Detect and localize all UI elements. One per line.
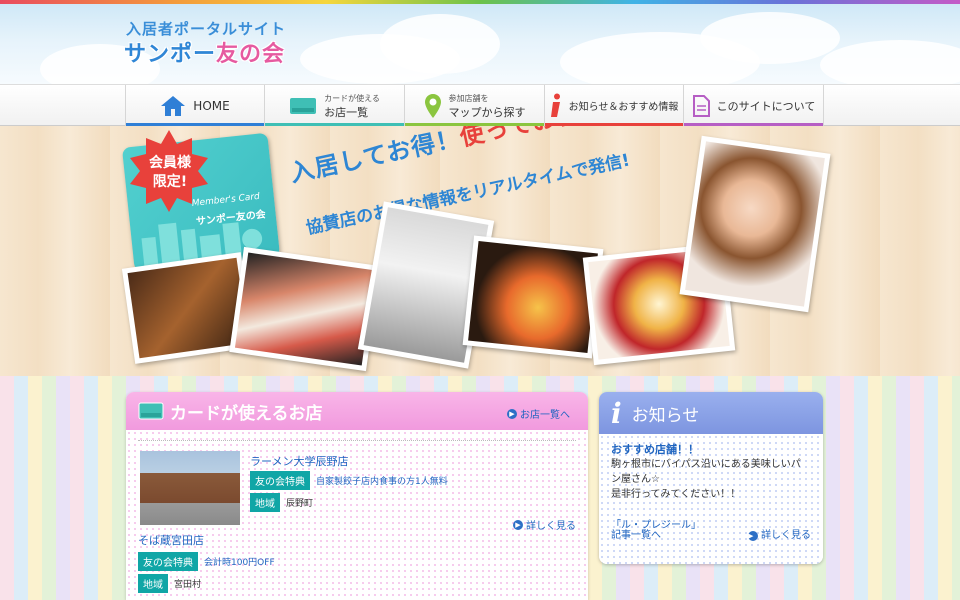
benefit-text: 会計時100円OFF: [204, 558, 275, 568]
map-pin-icon: [424, 93, 441, 118]
photo-sushi: [229, 246, 381, 372]
card-icon: [138, 402, 164, 420]
home-icon: [161, 95, 186, 116]
arrow-right-icon: ▶: [507, 408, 517, 419]
shop2-benefit-row: 友の会特典 会計時100円OFF: [138, 552, 275, 571]
nav-map[interactable]: 参加店舗を マップから探す: [405, 85, 545, 126]
shop-list-body: ラーメン大学辰野店 友の会特典 自家製餃子店内食事の方1人無料 地域 辰野町 ▶…: [126, 430, 588, 600]
nav-home-label: HOME: [193, 98, 230, 113]
shop-list-more-link[interactable]: ▶ お店一覧へ: [507, 406, 570, 421]
shop-name-link[interactable]: ラーメン大学辰野店: [250, 453, 349, 469]
news-title: お知らせ: [631, 405, 700, 426]
area-text: 辰野町: [286, 499, 314, 509]
shop-list-title: カードが使えるお店: [170, 403, 323, 424]
nav-about[interactable]: このサイトについて: [684, 85, 824, 126]
nav-news[interactable]: お知らせ＆おすすめ情報: [545, 85, 684, 126]
hero-banner: Member's Card サンポー友の会 会員様 限定! 入居してお得！使って…: [0, 126, 960, 376]
info-icon: i: [611, 396, 622, 430]
arrow-right-icon: ▶: [513, 519, 523, 530]
area-text: 宮田村: [174, 580, 202, 590]
shop-detail-link[interactable]: ▶ 詳しく見る: [513, 517, 576, 532]
card-icon: [290, 97, 317, 114]
benefit-tag: 友の会特典: [250, 471, 310, 490]
area-tag: 地域: [138, 574, 168, 593]
shop-list-panel: カードが使えるお店 ▶ お店一覧へ ラーメン大学辰野店 友の会特典 自家製餃子店…: [126, 392, 588, 600]
logo-main: サンポー: [124, 42, 217, 67]
document-icon: [692, 94, 710, 117]
shop-list-header: カードが使えるお店 ▶ お店一覧へ: [126, 392, 588, 430]
nav-news-label: お知らせ＆おすすめ情報: [568, 102, 679, 113]
news-header: i お知らせ: [599, 392, 823, 434]
site-header: 入居者ポータルサイト サンポー友の会: [0, 4, 960, 84]
news-text: 駒ヶ根市にバイパス沿いにある美味しいパン屋さん☆: [611, 459, 801, 485]
member-only-badge: 会員様 限定!: [149, 155, 191, 190]
nav-shop-small: カードが使える: [324, 93, 380, 103]
info-icon: [550, 93, 560, 117]
nav-home[interactable]: HOME: [126, 85, 265, 126]
list-item: ラーメン大学辰野店 友の会特典 自家製餃子店内食事の方1人無料 地域 辰野町 ▶…: [138, 440, 576, 532]
news-list-link[interactable]: 記事一覧へ: [611, 528, 661, 543]
shop-area-row: 地域 辰野町: [250, 493, 313, 512]
news-body: おすすめ店舗！！ 駒ヶ根市にバイパス沿いにある美味しいパン屋さん☆ 是非行ってみ…: [599, 434, 823, 564]
shop2-name-link[interactable]: そば蔵宮田店: [138, 532, 204, 548]
benefit-tag: 友の会特典: [138, 552, 198, 571]
nav-map-big: マップから探す: [448, 105, 526, 119]
global-nav: HOME カードが使える お店一覧 参加店舗を マップから探す お知らせ＆おすす…: [0, 84, 960, 126]
nav-shop-big: お店一覧: [324, 105, 369, 119]
news-panel: i お知らせ おすすめ店舗！！ 駒ヶ根市にバイパス沿いにある美味しいパン屋さん☆…: [599, 392, 823, 564]
photo-cake: [462, 235, 604, 359]
benefit-text: 自家製餃子店内食事の方1人無料: [316, 477, 448, 487]
news-footer: 記事一覧へ ▶ 詳しく見る: [611, 528, 811, 543]
shop2-area-row: 地域 宮田村: [138, 574, 201, 593]
nav-about-label: このサイトについて: [716, 99, 816, 113]
nav-shop-list[interactable]: カードが使える お店一覧: [265, 85, 405, 126]
nav-map-small: 参加店舗を: [448, 93, 489, 103]
shop-benefit-row: 友の会特典 自家製餃子店内食事の方1人無料: [250, 471, 448, 490]
arrow-right-icon: ▶: [748, 530, 758, 541]
logo-accent: 友の会: [216, 42, 286, 67]
area-tag: 地域: [250, 493, 280, 512]
news-headline[interactable]: おすすめ店舗！！: [611, 442, 811, 457]
news-detail-link[interactable]: ▶ 詳しく見る: [748, 528, 811, 543]
news-text-2: 是非行ってみてください！！: [611, 489, 741, 500]
site-logo[interactable]: サンポー友の会: [124, 36, 285, 68]
shop-photo[interactable]: [140, 451, 240, 525]
photo-woman: [679, 135, 831, 313]
